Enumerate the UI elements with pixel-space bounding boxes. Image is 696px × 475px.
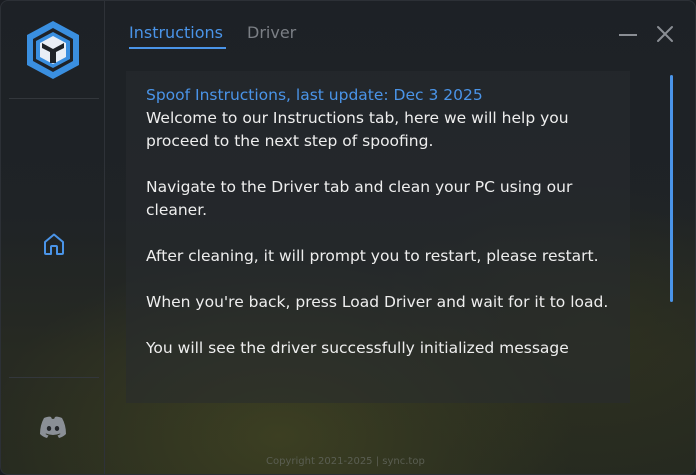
- sidebar-divider: [9, 98, 99, 99]
- logo-icon: [27, 21, 79, 79]
- home-icon[interactable]: [40, 230, 68, 258]
- instructions-title: Spoof Instructions, last update: Dec 3 2…: [146, 86, 483, 104]
- instruction-paragraph: Welcome to our Instructions tab, here we…: [146, 109, 569, 150]
- instruction-paragraph: Navigate to the Driver tab and clean you…: [146, 178, 573, 219]
- minimize-icon[interactable]: [617, 25, 639, 43]
- app-window: Instructions Driver Spoof Instructions, …: [0, 0, 696, 475]
- instruction-paragraph: After cleaning, it will prompt you to re…: [146, 247, 599, 265]
- instructions-content: Spoof Instructions, last update: Dec 3 2…: [146, 83, 616, 383]
- instruction-paragraph: You will see the driver successfully ini…: [146, 339, 569, 357]
- content-scrollbar[interactable]: [670, 75, 673, 302]
- sidebar: [1, 1, 105, 474]
- tab-driver[interactable]: Driver: [247, 23, 296, 42]
- close-icon[interactable]: [654, 23, 676, 45]
- sidebar-divider: [9, 377, 99, 378]
- copyright-footer: Copyright 2021-2025 | sync.top: [266, 456, 425, 467]
- discord-icon[interactable]: [38, 414, 68, 440]
- instructions-panel: Spoof Instructions, last update: Dec 3 2…: [126, 71, 630, 403]
- tab-instructions[interactable]: Instructions: [129, 23, 223, 42]
- instruction-paragraph: When you're back, press Load Driver and …: [146, 293, 609, 311]
- active-tab-indicator: [129, 47, 226, 49]
